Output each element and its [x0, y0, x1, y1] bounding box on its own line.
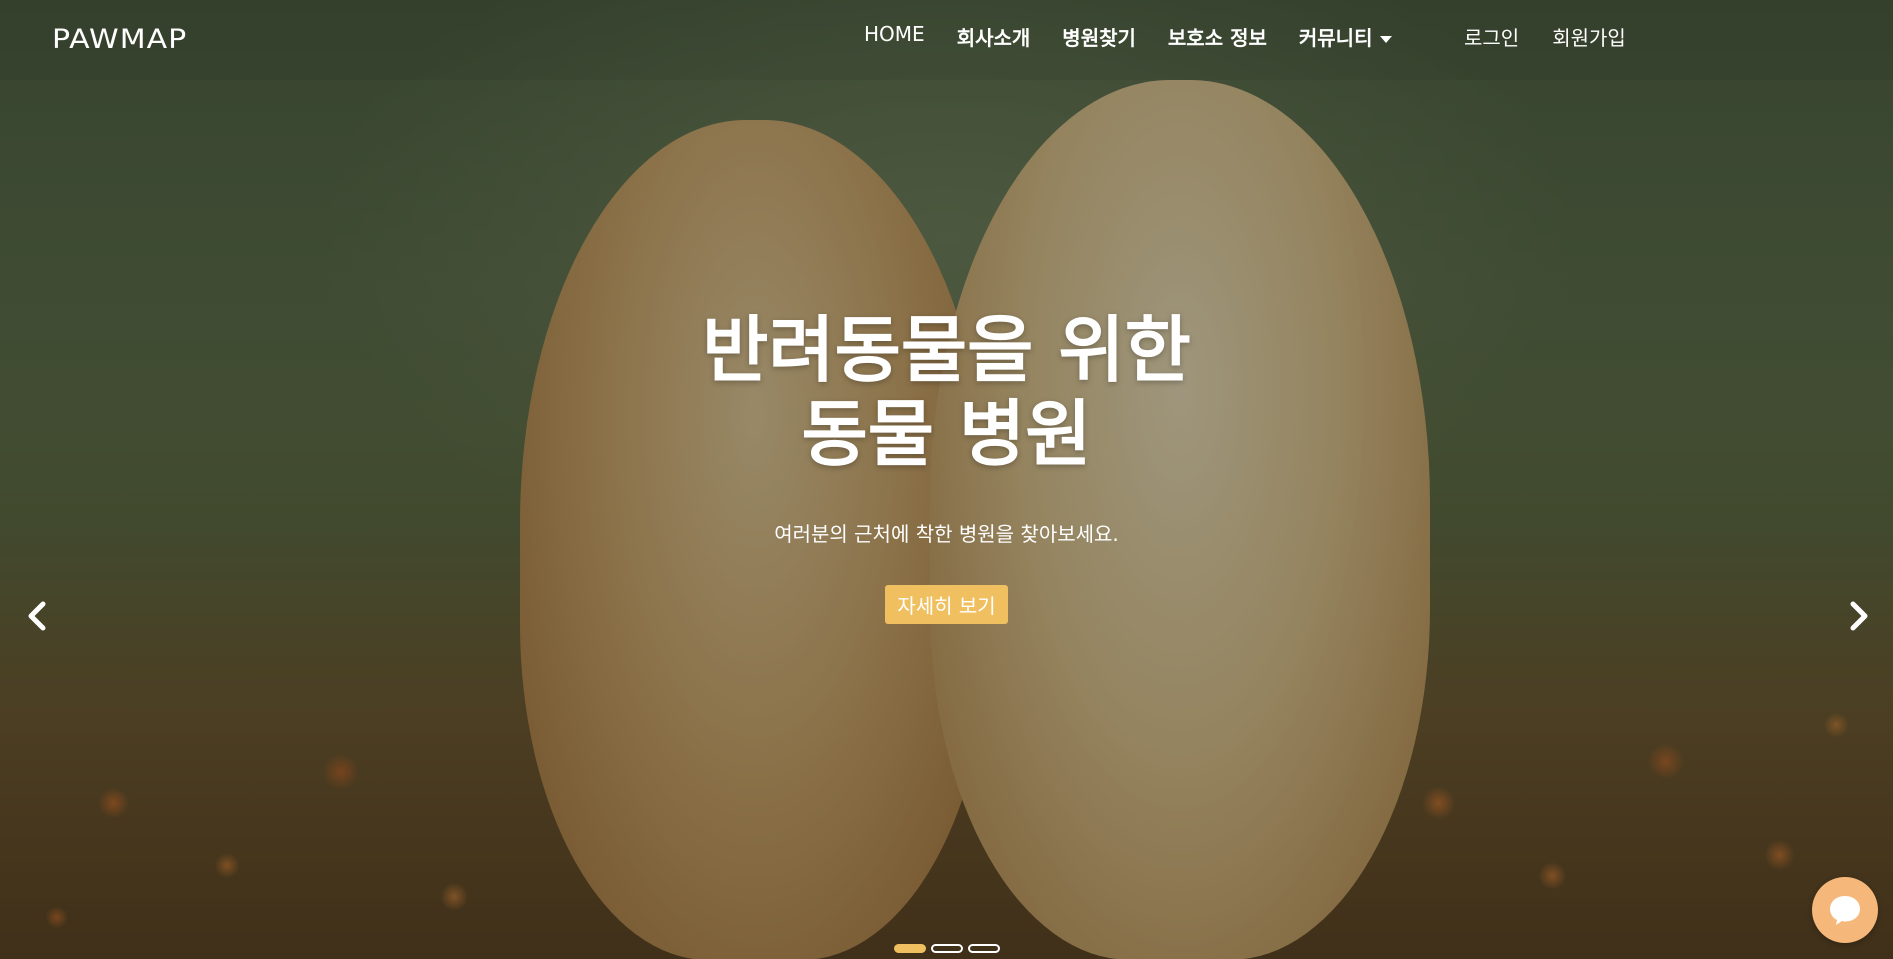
- auth-links: 로그인 회원가입: [1464, 22, 1626, 51]
- chat-widget-button[interactable]: [1812, 877, 1878, 943]
- carousel-prev-button[interactable]: [16, 596, 56, 636]
- nav-shelter-info[interactable]: 보호소 정보: [1168, 22, 1267, 51]
- nav-links: HOME 회사소개 병원찾기 보호소 정보 커뮤니티: [864, 22, 1393, 51]
- carousel-indicator[interactable]: [931, 944, 963, 953]
- chevron-left-icon: [28, 601, 46, 631]
- hero-content: 반려동물을 위한 동물 병원 여러분의 근처에 착한 병원을 찾아보세요. 자세…: [0, 308, 1893, 624]
- navbar: PAWMAP HOME 회사소개 병원찾기 보호소 정보 커뮤니티 로그인 회원…: [0, 0, 1893, 80]
- brand-logo[interactable]: PAWMAP: [52, 24, 187, 56]
- carousel-next-button[interactable]: [1840, 596, 1880, 636]
- learn-more-button[interactable]: 자세히 보기: [885, 585, 1008, 624]
- chevron-right-icon: [1850, 601, 1868, 631]
- login-link[interactable]: 로그인: [1464, 22, 1519, 51]
- nav-community-dropdown[interactable]: 커뮤니티: [1299, 22, 1393, 51]
- nav-about[interactable]: 회사소개: [957, 22, 1031, 51]
- hero-subtitle: 여러분의 근처에 착한 병원을 찾아보세요.: [774, 522, 1119, 546]
- carousel-indicators: [894, 944, 1000, 953]
- signup-link[interactable]: 회원가입: [1552, 22, 1626, 51]
- chat-bubble-icon: [1830, 896, 1860, 925]
- hero-title: 반려동물을 위한 동물 병원: [0, 308, 1893, 476]
- caret-down-icon: [1380, 36, 1393, 43]
- nav-find-hospital[interactable]: 병원찾기: [1062, 22, 1136, 51]
- nav-home[interactable]: HOME: [864, 22, 925, 51]
- hero-title-line2: 동물 병원: [801, 392, 1092, 476]
- carousel-indicator[interactable]: [968, 944, 1000, 953]
- nav-community-label: 커뮤니티: [1298, 26, 1373, 50]
- carousel-indicator[interactable]: [894, 944, 926, 953]
- hero-title-line1: 반려동물을 위한: [702, 308, 1191, 392]
